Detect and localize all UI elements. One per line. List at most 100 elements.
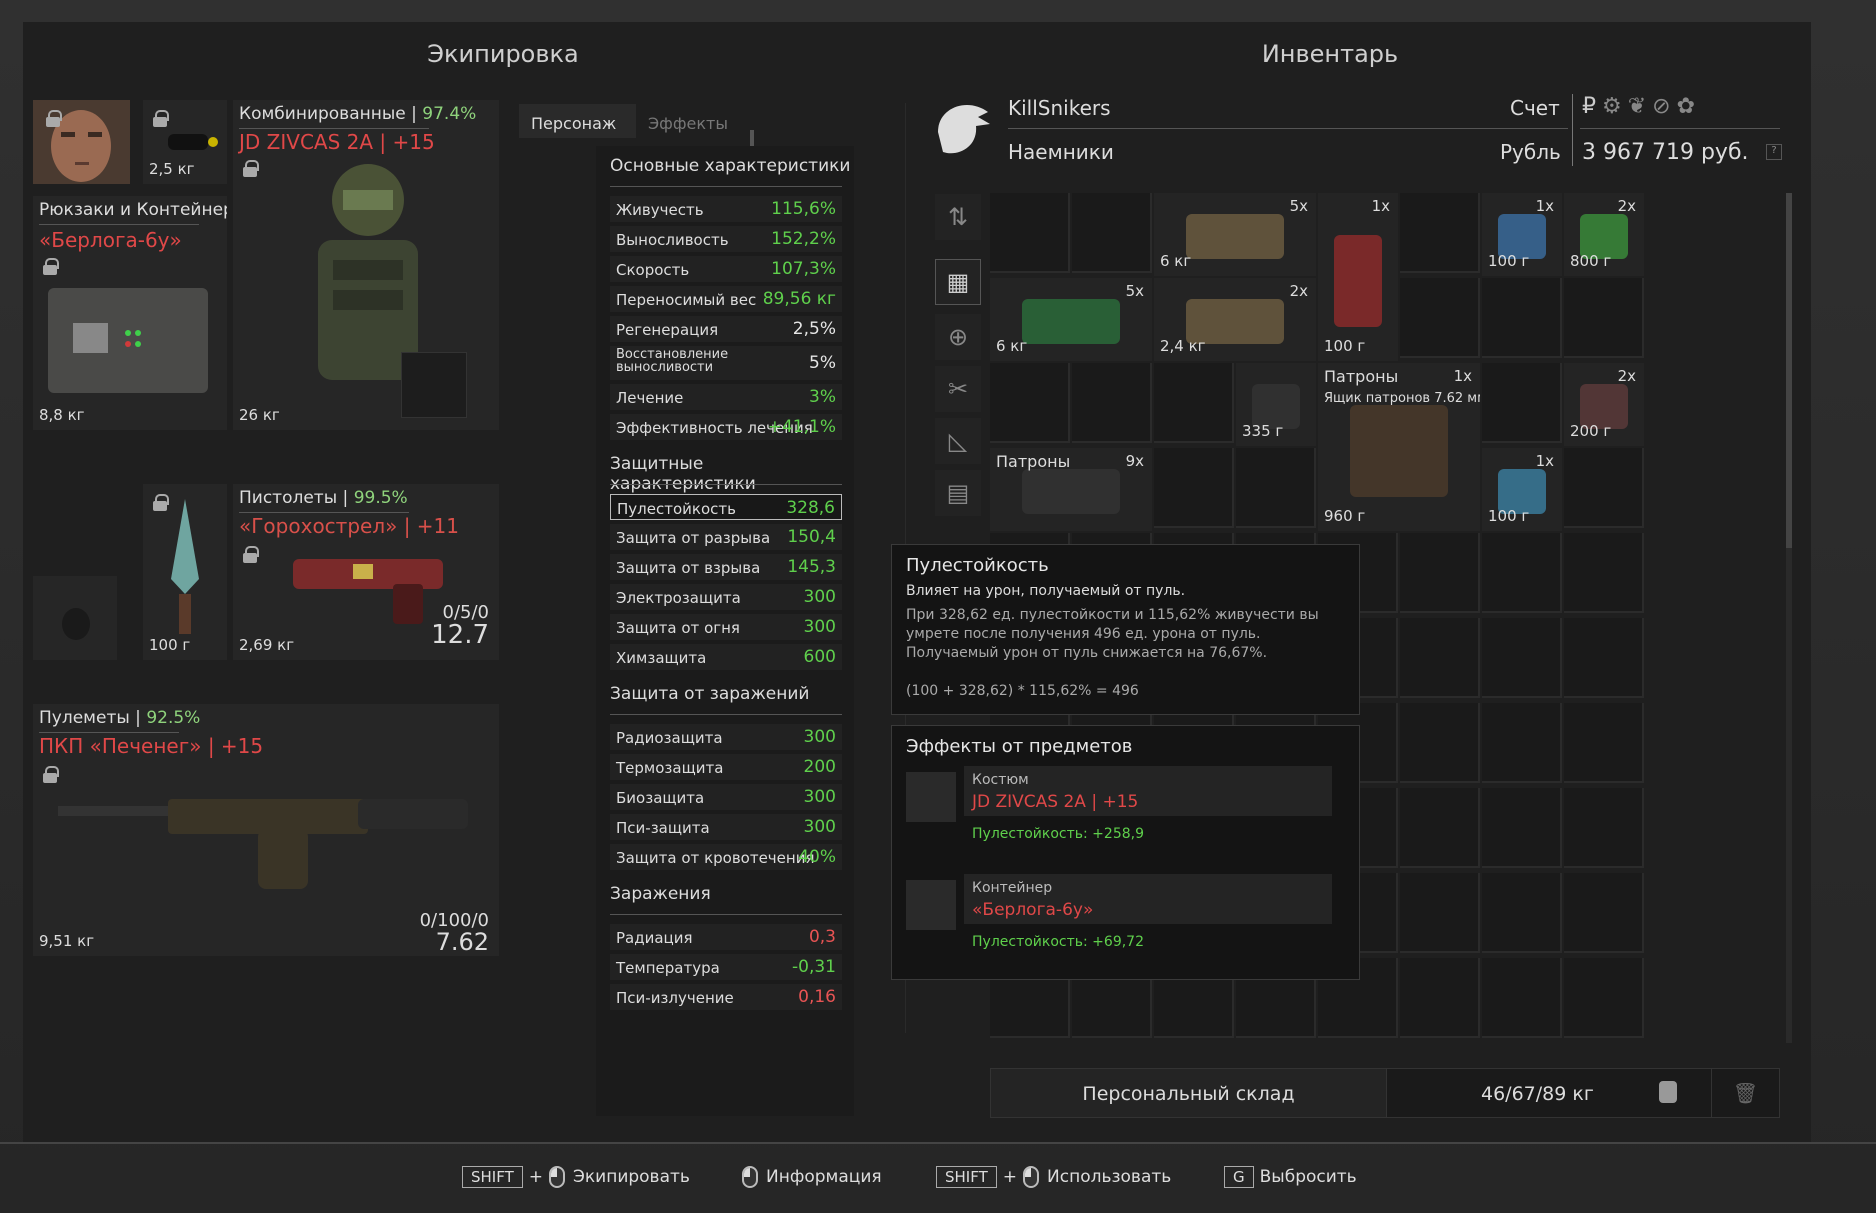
stat-row[interactable]: Восстановление выносливости 5%	[610, 346, 842, 380]
mg-slot[interactable]: Пулеметы | 92.5% ПКП «Печенег» | +15 0/1…	[33, 704, 499, 956]
head-slot[interactable]	[33, 100, 130, 184]
stat-row[interactable]: Пси-излучение 0,16	[610, 984, 842, 1010]
tools-filter-icon[interactable]: ✂	[935, 366, 981, 412]
stat-row[interactable]: Термозащита 200	[610, 754, 842, 780]
inventory-cell[interactable]	[1482, 873, 1562, 953]
inventory-cell[interactable]	[1400, 958, 1480, 1038]
inventory-item[interactable]: 335 г	[1236, 363, 1316, 446]
hint-label: Экипировать	[573, 1167, 690, 1187]
tab-character[interactable]: Персонаж	[519, 104, 636, 138]
inventory-cell[interactable]	[1400, 873, 1480, 953]
backpack-slot[interactable]: Рюкзаки и Контейнеры «Берлога-6у» 8,8 кг	[33, 196, 227, 430]
help-icon[interactable]: ?	[1766, 144, 1782, 160]
stat-value: 152,2%	[771, 229, 836, 249]
tab-effects[interactable]: Эффекты	[636, 104, 753, 138]
inventory-item[interactable]: 2x 2,4 кг	[1154, 278, 1316, 361]
player-name: KillSnikers	[1008, 96, 1111, 120]
stat-row[interactable]: Электрозащита 300	[610, 584, 842, 610]
stat-row[interactable]: Лечение 3%	[610, 384, 842, 410]
inventory-cell[interactable]	[1400, 618, 1480, 698]
stat-row[interactable]: Радиация 0,3	[610, 924, 842, 950]
inventory-item[interactable]: 1x 100 г	[1482, 193, 1562, 276]
nightvision-slot[interactable]: 2,5 кг	[143, 100, 227, 184]
inventory-item[interactable]: 1x 960 г Патроны Ящик патронов 7.62 мм...	[1318, 363, 1480, 531]
inventory-item[interactable]: 1x 100 г	[1318, 193, 1398, 361]
item-weight: 100 г	[1488, 252, 1530, 270]
inventory-item[interactable]: 5x 6 кг	[1154, 193, 1316, 276]
inventory-cell[interactable]	[1564, 788, 1644, 868]
stat-row[interactable]: Биозащита 300	[610, 784, 842, 810]
inventory-cell[interactable]	[1564, 448, 1644, 528]
tooltip-formula: (100 + 328,62) * 115,62% = 496	[906, 683, 1139, 699]
trash-icon[interactable]: 🗑	[1711, 1069, 1779, 1117]
inventory-cell[interactable]	[1400, 703, 1480, 783]
inventory-cell[interactable]	[1564, 703, 1644, 783]
g-key: G	[1224, 1166, 1254, 1188]
inventory-cell[interactable]	[1482, 958, 1562, 1038]
knife-slot[interactable]: 100 г	[143, 484, 227, 660]
armor-plate-slot[interactable]	[401, 352, 467, 418]
inventory-cell[interactable]	[1564, 533, 1644, 613]
sort-icon[interactable]: ⇅	[935, 194, 981, 240]
item-weight: 960 г	[1324, 507, 1366, 525]
stat-row[interactable]: Температура -0,31	[610, 954, 842, 980]
stat-row[interactable]: Выносливость 152,2%	[610, 226, 842, 252]
inventory-item[interactable]: 2x 200 г	[1564, 363, 1644, 446]
inventory-cell[interactable]	[1564, 278, 1644, 358]
inventory-cell[interactable]	[990, 363, 1070, 443]
inventory-cell[interactable]	[1072, 363, 1152, 443]
stat-row[interactable]: Радиозащита 300	[610, 724, 842, 750]
divider	[239, 128, 429, 129]
inventory-item[interactable]: 5x 6 кг	[990, 278, 1152, 361]
inventory-cell[interactable]	[1482, 788, 1562, 868]
inventory-cell[interactable]	[1154, 448, 1234, 528]
stat-row[interactable]: Пулестойкость 328,6	[610, 494, 842, 520]
inventory-item[interactable]: 2x 800 г	[1564, 193, 1644, 276]
stat-row[interactable]: Скорость 107,3%	[610, 256, 842, 282]
stat-value: 600	[803, 647, 836, 667]
inventory-cell[interactable]	[1072, 193, 1152, 273]
inventory-cell[interactable]	[1400, 278, 1480, 358]
inventory-cell[interactable]	[990, 193, 1070, 273]
suit-slot[interactable]: Комбинированные | 97.4% JD ZIVCAS 2A | +…	[233, 100, 499, 430]
inventory-cell[interactable]	[1564, 618, 1644, 698]
stat-row[interactable]: Химзащита 600	[610, 644, 842, 670]
inventory-cell[interactable]	[1400, 193, 1480, 273]
grid-scrollbar[interactable]	[1786, 193, 1792, 548]
stats-section-title: Защита от заражений	[610, 684, 810, 704]
grid-view-icon[interactable]: ▦	[935, 259, 981, 305]
stat-value: 300	[803, 787, 836, 807]
inventory-cell[interactable]	[1482, 533, 1562, 613]
stat-row[interactable]: Регенерация 2,5%	[610, 316, 842, 342]
inventory-item[interactable]: 9x Патроны	[990, 448, 1152, 531]
inventory-cell[interactable]	[1482, 703, 1562, 783]
inventory-cell[interactable]	[1400, 533, 1480, 613]
stat-row[interactable]: Защита от взрыва 145,3	[610, 554, 842, 580]
inventory-cell[interactable]	[1154, 363, 1234, 443]
storage-filter-icon[interactable]: ▤	[935, 470, 981, 516]
stat-row[interactable]: Переносимый вес 89,56 кг	[610, 286, 842, 312]
stat-label: Защита от огня	[616, 619, 740, 637]
pistol-slot[interactable]: Пистолеты | 99.5% «Горохострел» | +11 0/…	[233, 484, 499, 660]
personal-storage-button[interactable]: Персональный склад	[991, 1069, 1387, 1117]
stat-row[interactable]: Защита от разрыва 150,4	[610, 524, 842, 550]
equipment-title: Экипировка	[427, 40, 579, 68]
lock-icon	[43, 766, 59, 783]
ammo-filter-icon[interactable]: ◺	[935, 418, 981, 464]
inventory-cell[interactable]	[1236, 448, 1316, 528]
inventory-cell[interactable]	[1482, 618, 1562, 698]
knife-weight: 100 г	[149, 636, 191, 654]
stat-row[interactable]: Пси-защита 300	[610, 814, 842, 840]
inventory-cell[interactable]	[1482, 363, 1562, 443]
inventory-item[interactable]: 1x 100 г	[1482, 448, 1562, 531]
stat-row[interactable]: Эффективность лечения +41,1%	[610, 414, 842, 440]
inventory-cell[interactable]	[1482, 278, 1562, 358]
stat-row[interactable]: Живучесть 115,6%	[610, 196, 842, 222]
stat-row[interactable]: Защита от огня 300	[610, 614, 842, 640]
stat-row[interactable]: Защита от кровотечения 40%	[610, 844, 842, 870]
inventory-cell[interactable]	[1400, 788, 1480, 868]
grenade-slot[interactable]	[33, 576, 117, 660]
inventory-cell[interactable]	[1564, 958, 1644, 1038]
medkit-filter-icon[interactable]: ⊕	[935, 314, 981, 360]
inventory-cell[interactable]	[1564, 873, 1644, 953]
